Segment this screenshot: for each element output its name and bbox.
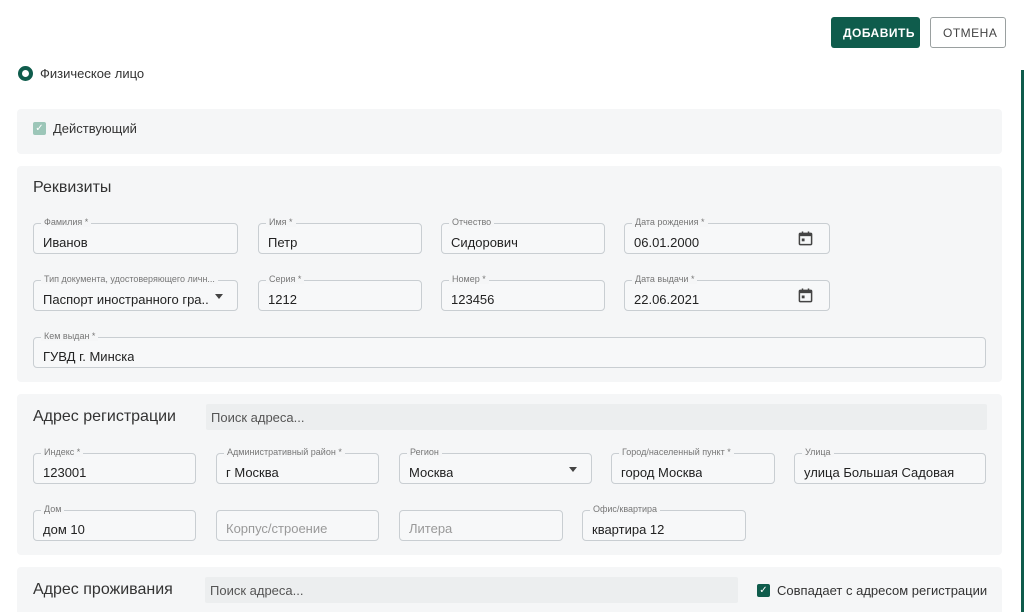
region-label: Регион xyxy=(407,447,442,457)
active-section: ✓ Действующий xyxy=(17,109,1002,154)
house-field[interactable]: Дом дом 10 xyxy=(33,504,196,541)
surname-value: Иванов xyxy=(43,235,88,250)
same-as-registration-label: Совпадает с адресом регистрации xyxy=(777,583,988,598)
add-button[interactable]: ДОБАВИТЬ xyxy=(831,17,920,48)
building-placeholder: Корпус/строение xyxy=(226,521,328,536)
city-field[interactable]: Город/населенный пункт * город Москва xyxy=(611,447,775,484)
issue-date-value: 22.06.2021 xyxy=(634,292,700,307)
office-field[interactable]: Офис/квартира квартира 12 xyxy=(582,504,746,541)
residence-search-input[interactable]: Поиск адреса... xyxy=(205,577,738,603)
radio-selected-icon[interactable] xyxy=(18,66,33,81)
number-field[interactable]: Номер * 123456 xyxy=(441,274,605,311)
number-label: Номер * xyxy=(449,274,489,284)
registration-search-input[interactable]: Поиск адреса... xyxy=(206,404,987,430)
surname-label: Фамилия * xyxy=(41,217,92,227)
checkmark-icon[interactable]: ✓ xyxy=(757,584,770,597)
birth-date-label: Дата рождения * xyxy=(632,217,708,227)
checkmark-icon[interactable]: ✓ xyxy=(33,122,46,135)
office-label: Офис/квартира xyxy=(590,504,661,514)
person-type-label: Физическое лицо xyxy=(40,66,145,81)
issued-by-field[interactable]: Кем выдан * ГУВД г. Минска xyxy=(33,331,986,368)
requisites-title: Реквизиты xyxy=(33,179,112,196)
street-field[interactable]: Улица улица Большая Садовая xyxy=(794,447,986,484)
registration-address-section: Адрес регистрации Поиск адреса... Индекс… xyxy=(17,394,1002,555)
issued-by-value: ГУВД г. Минска xyxy=(43,349,135,364)
district-label: Административный район * xyxy=(224,447,345,457)
region-value: Москва xyxy=(409,465,454,480)
residence-address-title: Адрес проживания xyxy=(33,581,173,598)
city-label: Город/населенный пункт * xyxy=(619,447,734,457)
active-checkbox[interactable]: ✓ Действующий xyxy=(33,121,137,136)
street-label: Улица xyxy=(802,447,834,457)
calendar-icon[interactable] xyxy=(798,231,813,246)
doc-type-select[interactable]: Тип документа, удостоверяющего личн... П… xyxy=(33,274,238,311)
chevron-down-icon[interactable] xyxy=(215,294,223,299)
chevron-down-icon[interactable] xyxy=(569,467,577,472)
doc-type-label: Тип документа, удостоверяющего личн... xyxy=(41,274,218,284)
district-value: г Москва xyxy=(226,465,279,480)
name-label: Имя * xyxy=(266,217,296,227)
region-select[interactable]: Регион Москва xyxy=(399,447,592,484)
index-label: Индекс * xyxy=(41,447,84,457)
house-label: Дом xyxy=(41,504,65,514)
issue-date-label: Дата выдачи * xyxy=(632,274,698,284)
cancel-button[interactable]: ОТМЕНА xyxy=(930,17,1006,48)
office-value: квартира 12 xyxy=(592,522,665,537)
issued-by-label: Кем выдан * xyxy=(41,331,99,341)
series-label: Серия * xyxy=(266,274,305,284)
issue-date-field[interactable]: Дата выдачи * 22.06.2021 xyxy=(624,274,830,311)
index-field[interactable]: Индекс * 123001 xyxy=(33,447,196,484)
patronymic-value: Сидорович xyxy=(451,235,518,250)
city-value: город Москва xyxy=(621,465,703,480)
patronymic-field[interactable]: Отчество Сидорович xyxy=(441,217,605,254)
series-field[interactable]: Серия * 1212 xyxy=(258,274,422,311)
surname-field[interactable]: Фамилия * Иванов xyxy=(33,217,238,254)
requisites-section: Реквизиты Фамилия * Иванов Имя * Петр От… xyxy=(17,166,1002,382)
series-value: 1212 xyxy=(268,292,297,307)
district-field[interactable]: Административный район * г Москва xyxy=(216,447,379,484)
street-value: улица Большая Садовая xyxy=(804,465,955,480)
same-as-registration-checkbox[interactable]: ✓ Совпадает с адресом регистрации xyxy=(757,583,987,598)
registration-address-title: Адрес регистрации xyxy=(33,408,176,425)
name-value: Петр xyxy=(268,235,298,250)
letter-placeholder: Литера xyxy=(409,521,453,536)
form-actions: ДОБАВИТЬ ОТМЕНА xyxy=(831,17,1006,48)
birth-date-value: 06.01.2000 xyxy=(634,235,700,250)
patronymic-label: Отчество xyxy=(449,217,495,227)
active-label: Действующий xyxy=(53,121,137,136)
number-value: 123456 xyxy=(451,292,495,307)
building-field[interactable]: Корпус/строение xyxy=(216,510,379,541)
index-value: 123001 xyxy=(43,465,87,480)
birth-date-field[interactable]: Дата рождения * 06.01.2000 xyxy=(624,217,830,254)
person-type-radio[interactable]: Физическое лицо xyxy=(18,66,144,81)
residence-address-section: Адрес проживания Поиск адреса... ✓ Совпа… xyxy=(17,567,1002,612)
doc-type-value: Паспорт иностранного гра... xyxy=(43,292,208,307)
calendar-icon[interactable] xyxy=(798,288,813,303)
letter-field[interactable]: Литера xyxy=(399,510,563,541)
house-value: дом 10 xyxy=(43,522,85,537)
name-field[interactable]: Имя * Петр xyxy=(258,217,422,254)
